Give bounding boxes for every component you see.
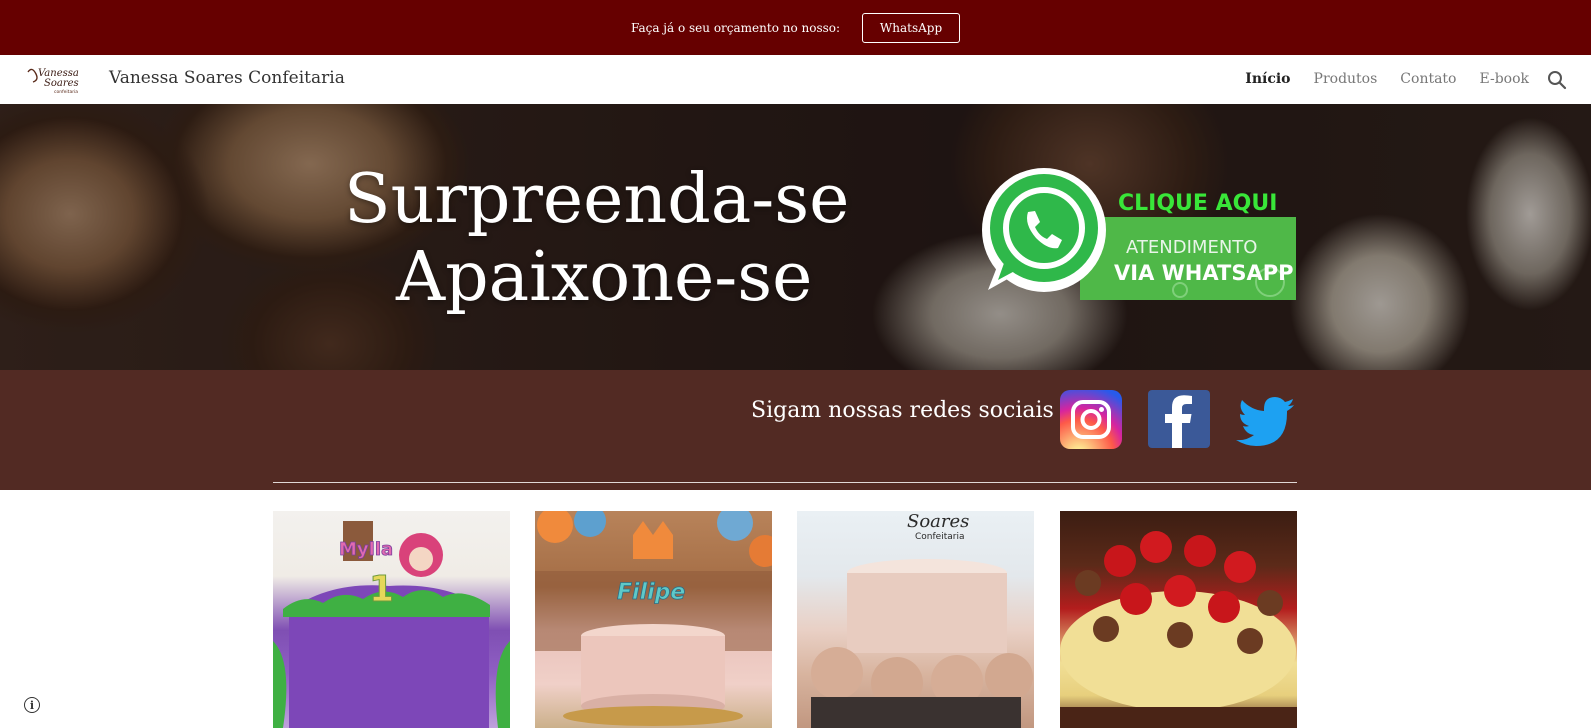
logo-line2: Soares	[44, 78, 79, 89]
hero-headline-2: Apaixone-se	[396, 238, 813, 317]
whatsapp-cta-banner[interactable]: CLIQUE AQUI ATENDIMENTO VIA WHATSAPP	[980, 162, 1298, 302]
hero-banner: Surpreenda-se Apaixone-se CLIQUE AQUI AT…	[0, 104, 1591, 370]
tile-2-caption: Filipe	[617, 580, 685, 605]
tile-1-number: 1	[369, 569, 394, 610]
site-title[interactable]: Vanessa Soares Confeitaria	[109, 68, 345, 88]
hero-headline-1: Surpreenda-se	[344, 160, 850, 239]
main-nav: Início Produtos Contato E-book	[1245, 71, 1529, 87]
nav-item-contato[interactable]: Contato	[1400, 71, 1456, 87]
search-icon[interactable]	[1547, 70, 1567, 90]
nav-item-ebook[interactable]: E-book	[1479, 71, 1529, 87]
gallery-image-masha-cake[interactable]: Mylla 1	[273, 511, 510, 728]
gallery-image-strawberry-cake[interactable]	[1060, 511, 1297, 728]
announcement-text: Faça já o seu orçamento no nosso:	[630, 20, 841, 35]
twitter-icon[interactable]	[1236, 396, 1298, 448]
whatsapp-icon	[982, 168, 1106, 292]
nav-item-inicio[interactable]: Início	[1245, 71, 1290, 87]
site-header: Vanessa Soares confeitaria Vanessa Soare…	[0, 55, 1591, 104]
gallery-image-fox-cake[interactable]: Filipe	[535, 511, 772, 728]
whatsapp-cta-title: CLIQUE AQUI	[1118, 191, 1277, 216]
tile-1-caption: Mylla	[339, 539, 393, 560]
instagram-icon[interactable]	[1060, 390, 1122, 449]
facebook-icon[interactable]	[1148, 390, 1210, 448]
gallery-image-cupcakes[interactable]: Soares Confeitaria	[797, 511, 1034, 728]
whatsapp-cta-line2: VIA WHATSAPP	[1114, 261, 1293, 285]
whatsapp-cta-line1: ATENDIMENTO	[1126, 237, 1257, 258]
whatsapp-button[interactable]: WhatsApp	[862, 12, 961, 43]
section-divider	[273, 482, 1297, 483]
nav-item-produtos[interactable]: Produtos	[1314, 71, 1378, 87]
tile-3-subcaption: Confeitaria	[915, 532, 964, 542]
site-logo[interactable]: Vanessa Soares confeitaria	[24, 64, 94, 96]
social-heading: Sigam nossas redes sociais	[751, 398, 1054, 423]
announcement-bar: Faça já o seu orçamento no nosso: WhatsA…	[0, 0, 1591, 55]
info-icon[interactable]: i	[24, 697, 40, 713]
logo-line3: confeitaria	[54, 89, 78, 95]
tile-3-caption: Soares	[907, 511, 969, 532]
social-section: Sigam nossas redes sociais	[0, 370, 1591, 490]
